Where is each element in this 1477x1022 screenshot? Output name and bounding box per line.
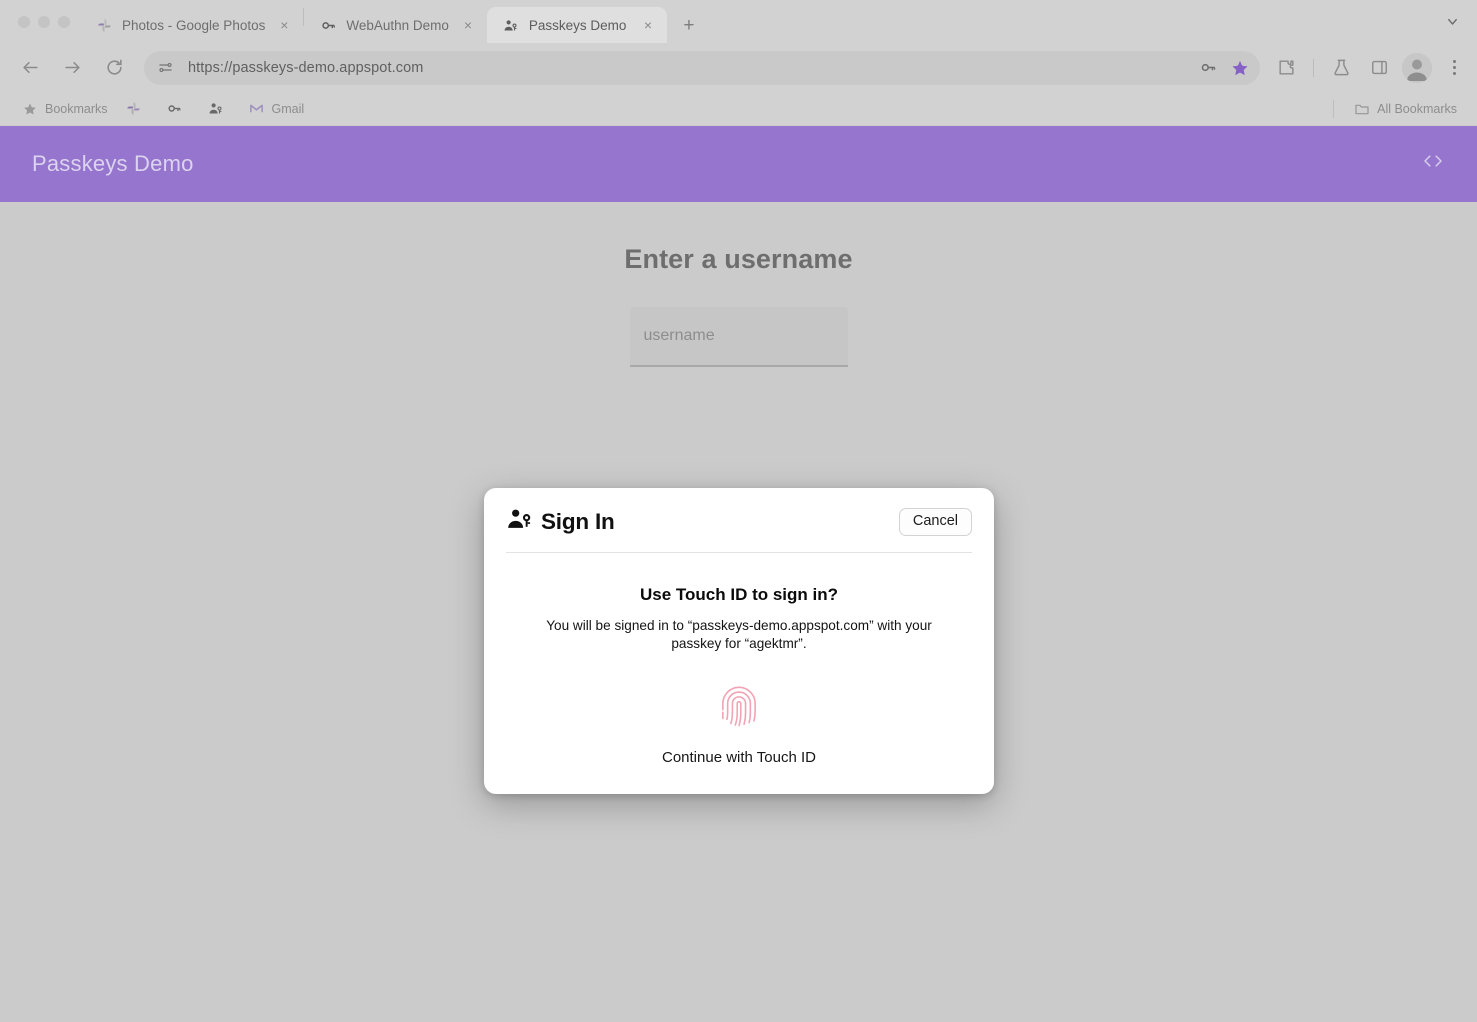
back-arrow-icon[interactable]	[14, 52, 46, 84]
bookmark-item-photos[interactable]	[118, 98, 157, 120]
bookmark-item-passkeys[interactable]	[200, 98, 239, 120]
bookmark-item-gmail[interactable]: Gmail	[241, 98, 313, 120]
password-manager-icon[interactable]	[1194, 54, 1222, 82]
bookmarks-bar: Bookmarks Gmail All Bookmarks	[0, 92, 1477, 125]
username-input[interactable]: username	[629, 307, 848, 367]
labs-flask-icon[interactable]	[1326, 53, 1356, 83]
page-title: Passkeys Demo	[32, 151, 194, 176]
new-tab-button[interactable]: +	[675, 11, 703, 39]
dialog-title: Sign In	[541, 509, 615, 534]
address-bar[interactable]: https://passkeys-demo.appspot.com	[144, 50, 1260, 85]
extensions-puzzle-icon[interactable]	[1271, 53, 1301, 83]
profile-avatar[interactable]	[1402, 52, 1432, 83]
dialog-title-group: Sign In	[506, 506, 615, 538]
tab-title: WebAuthn Demo	[346, 17, 449, 33]
bookmark-label: Gmail	[271, 101, 305, 116]
gmail-m-icon	[249, 101, 265, 117]
signin-dialog: Sign In Cancel Use Touch ID to sign in? …	[484, 488, 994, 794]
google-photos-pinwheel-icon	[96, 17, 112, 33]
page-viewport: Passkeys Demo Enter a username username …	[0, 126, 1477, 1022]
dialog-description: You will be signed in to “passkeys-demo.…	[546, 618, 932, 651]
bookmark-item-webauthn[interactable]	[159, 98, 198, 120]
tabstrip-right-controls	[1439, 0, 1477, 43]
tab-close-button[interactable]: ×	[459, 16, 477, 34]
tab-strip: Photos - Google Photos × WebAuthn Demo ×	[0, 0, 1477, 43]
all-bookmarks-label: All Bookmarks	[1377, 101, 1457, 116]
chrome-menu-kebab-icon[interactable]	[1441, 53, 1467, 83]
tune-icon[interactable]	[152, 55, 178, 81]
key-icon	[320, 17, 336, 33]
app-header-bar: Passkeys Demo	[0, 126, 1477, 202]
folder-icon	[1354, 101, 1370, 117]
dialog-header: Sign In Cancel	[484, 488, 994, 552]
dialog-body: Use Touch ID to sign in? You will be sig…	[484, 553, 994, 794]
address-bar-url[interactable]: https://passkeys-demo.appspot.com	[178, 60, 1194, 76]
address-bar-actions	[1194, 54, 1254, 82]
person-key-icon	[208, 101, 224, 117]
bookmarks-divider	[1333, 99, 1335, 118]
cancel-button[interactable]: Cancel	[898, 507, 972, 537]
tab-title: Photos - Google Photos	[122, 17, 266, 33]
bookmark-label: Bookmarks	[45, 101, 108, 116]
minimize-window-button[interactable]	[38, 15, 50, 28]
continue-with-touch-id-label[interactable]: Continue with Touch ID	[514, 749, 964, 766]
bookmark-star-icon[interactable]	[1226, 54, 1254, 82]
all-bookmarks-button[interactable]: All Bookmarks	[1346, 98, 1465, 120]
source-code-icon[interactable]	[1421, 152, 1445, 176]
username-placeholder: username	[643, 327, 715, 344]
tab-passkeys-demo[interactable]: Passkeys Demo ×	[486, 7, 667, 43]
page-heading: Enter a username	[624, 244, 853, 274]
key-icon	[167, 101, 183, 117]
tab-webauthn-demo[interactable]: WebAuthn Demo ×	[304, 7, 487, 43]
chevron-down-icon[interactable]	[1439, 9, 1465, 35]
reload-icon[interactable]	[98, 52, 130, 84]
tab-photos-google-photos[interactable]: Photos - Google Photos ×	[80, 7, 303, 43]
maximize-window-button[interactable]	[58, 15, 70, 28]
tab-close-button[interactable]: ×	[275, 16, 293, 34]
side-panel-icon[interactable]	[1364, 53, 1394, 83]
close-window-button[interactable]	[18, 15, 30, 28]
tab-title: Passkeys Demo	[528, 17, 627, 33]
tab-close-button[interactable]: ×	[639, 16, 657, 34]
browser-window: Photos - Google Photos × WebAuthn Demo ×	[0, 0, 1477, 1022]
star-icon	[22, 101, 38, 117]
window-controls	[8, 0, 80, 43]
dialog-question: Use Touch ID to sign in?	[639, 585, 838, 604]
person-key-icon	[506, 506, 533, 538]
toolbar-divider	[1313, 58, 1314, 77]
bookmark-item-bookmarks[interactable]: Bookmarks	[14, 98, 116, 120]
fingerprint-icon[interactable]	[713, 679, 765, 731]
browser-toolbar: https://passkeys-demo.appspot.com	[0, 43, 1477, 92]
forward-arrow-icon[interactable]	[56, 52, 88, 84]
google-photos-pinwheel-icon	[126, 101, 142, 117]
person-key-icon	[503, 17, 519, 33]
